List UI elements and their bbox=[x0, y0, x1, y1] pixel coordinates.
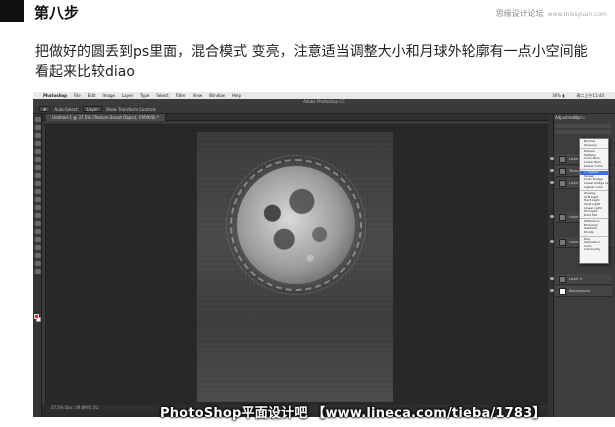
options-bar: ✥ Auto-Select: Layer Show Transform Cont… bbox=[33, 105, 615, 114]
document-tab[interactable]: Untitled-1 @ 37.5% (Texture Smart Object… bbox=[46, 114, 166, 121]
blend-mode-option[interactable]: Lighter Color bbox=[580, 186, 608, 190]
photoshop-screenshot: Photoshop File Edit Image Layer Type Sel… bbox=[33, 92, 615, 417]
move-tool-icon[interactable]: ✥ bbox=[39, 106, 51, 112]
marquee-tool-icon[interactable] bbox=[34, 125, 41, 130]
visibility-eye-icon[interactable] bbox=[550, 215, 554, 218]
menu-layer[interactable]: Layer bbox=[122, 93, 133, 98]
menu-view[interactable]: View bbox=[193, 93, 203, 98]
history-brush-icon[interactable] bbox=[34, 189, 41, 194]
vertical-ruler bbox=[42, 125, 46, 405]
visibility-eye-icon[interactable] bbox=[550, 157, 554, 160]
visibility-eye-icon[interactable] bbox=[550, 277, 554, 280]
type-tool-icon[interactable] bbox=[34, 237, 41, 242]
dropdown-separator bbox=[580, 169, 608, 171]
blend-mode-option[interactable]: Divide bbox=[580, 231, 608, 235]
visibility-eye-icon[interactable] bbox=[550, 181, 554, 184]
document-canvas[interactable] bbox=[197, 132, 393, 402]
blur-tool-icon[interactable] bbox=[34, 213, 41, 218]
dodge-tool-icon[interactable] bbox=[34, 221, 41, 226]
gradient-tool-icon[interactable] bbox=[34, 205, 41, 210]
blend-mode-option[interactable]: Luminosity bbox=[580, 248, 608, 252]
brush-tool-icon[interactable] bbox=[34, 173, 41, 178]
hand-tool-icon[interactable] bbox=[34, 261, 41, 266]
zoom-tool-icon[interactable] bbox=[34, 269, 41, 274]
layer-row[interactable]: Layer 5 bbox=[550, 274, 612, 285]
dropdown-separator bbox=[580, 218, 608, 220]
site-name: 思缘设计论坛 bbox=[495, 9, 544, 18]
step-description: 把做好的圆丢到ps里面，混合模式 变亮，注意适当调整大小和月球外轮廓有一点小空间… bbox=[35, 44, 588, 80]
menu-app-name[interactable]: Photoshop bbox=[43, 93, 67, 98]
dropdown-separator bbox=[580, 148, 608, 150]
watermark: PhotoShop平面设计吧 【www.lineca.com/tieba/178… bbox=[160, 406, 546, 421]
transform-controls-checkbox[interactable]: Show Transform Controls bbox=[106, 107, 156, 112]
foreground-color-swatch[interactable] bbox=[34, 314, 39, 319]
healing-tool-icon[interactable] bbox=[34, 165, 41, 170]
visibility-eye-icon[interactable] bbox=[550, 240, 554, 243]
layer-thumbnail bbox=[559, 180, 566, 187]
layer-thumbnail bbox=[559, 156, 566, 163]
blend-mode-option[interactable]: Hard Mix bbox=[580, 214, 608, 218]
auto-select-label: Auto-Select: bbox=[54, 106, 79, 112]
horizontal-ruler bbox=[42, 121, 548, 125]
lasso-tool-icon[interactable] bbox=[34, 133, 41, 138]
header-block bbox=[0, 0, 24, 22]
eyedropper-tool-icon[interactable] bbox=[34, 157, 41, 162]
site-tag: 思缘设计论坛 www.missyuan.com bbox=[496, 8, 607, 19]
layer-row-background[interactable]: Background bbox=[550, 286, 612, 297]
layer-thumbnail bbox=[559, 276, 566, 283]
panel-row bbox=[555, 124, 611, 128]
auto-select-dropdown[interactable]: Layer bbox=[82, 106, 103, 112]
menu-filter[interactable]: Filter bbox=[176, 93, 186, 98]
shape-tool-icon[interactable] bbox=[34, 253, 41, 258]
tutorial-page: 第八步 思缘设计论坛 www.missyuan.com 把做好的圆丢到ps里面，混… bbox=[0, 0, 615, 427]
dropdown-separator bbox=[580, 235, 608, 237]
menu-help[interactable]: Help bbox=[232, 93, 241, 98]
quick-select-tool-icon[interactable] bbox=[34, 141, 41, 146]
dropdown-separator bbox=[580, 190, 608, 192]
stamp-tool-icon[interactable] bbox=[34, 181, 41, 186]
menu-window[interactable]: Window bbox=[209, 93, 225, 98]
blend-mode-option[interactable]: Dissolve bbox=[580, 144, 608, 148]
canvas-area[interactable] bbox=[47, 126, 548, 405]
menu-file[interactable]: File bbox=[74, 93, 81, 98]
tools-panel bbox=[33, 114, 42, 417]
document-tabbar: Untitled-1 @ 37.5% (Texture Smart Object… bbox=[42, 114, 548, 121]
menu-type[interactable]: Type bbox=[140, 93, 149, 98]
menubar-status: 36% ▮ 周二上午11:40 bbox=[547, 92, 611, 99]
panel-row bbox=[555, 130, 611, 134]
moon-image bbox=[237, 166, 355, 284]
clock: 周二上午11:40 bbox=[576, 92, 604, 98]
styles-tab[interactable]: Styles bbox=[573, 115, 585, 120]
layer-thumbnail bbox=[559, 288, 566, 295]
visibility-eye-icon[interactable] bbox=[550, 289, 554, 292]
menu-select[interactable]: Select bbox=[156, 93, 168, 98]
doc-size: Doc: 49.8M/1.5G bbox=[65, 405, 99, 410]
zoom-level: 37.5% bbox=[51, 405, 64, 410]
pen-tool-icon[interactable] bbox=[34, 229, 41, 234]
crop-tool-icon[interactable] bbox=[34, 149, 41, 154]
visibility-eye-icon[interactable] bbox=[550, 169, 554, 172]
eraser-tool-icon[interactable] bbox=[34, 197, 41, 202]
layer-thumbnail bbox=[559, 214, 566, 221]
battery-status: 36% ▮ bbox=[552, 93, 565, 98]
blend-mode-dropdown[interactable]: Normal Dissolve Darken Multiply Color Burn Li… bbox=[579, 138, 609, 264]
layer-name: Background bbox=[569, 289, 590, 293]
layer-thumbnail bbox=[559, 239, 566, 246]
layer-name: Layer 5 bbox=[569, 277, 583, 281]
move-tool-icon[interactable] bbox=[34, 117, 41, 122]
step-title: 第八步 bbox=[34, 4, 80, 22]
layer-thumbnail bbox=[559, 168, 566, 175]
site-url: www.missyuan.com bbox=[547, 11, 607, 18]
menu-edit[interactable]: Edit bbox=[88, 93, 96, 98]
blend-mode-option[interactable]: Darker Color bbox=[580, 165, 608, 169]
path-select-icon[interactable] bbox=[34, 245, 41, 250]
menu-image[interactable]: Image bbox=[102, 93, 115, 98]
mac-menubar: Photoshop File Edit Image Layer Type Sel… bbox=[33, 92, 615, 99]
